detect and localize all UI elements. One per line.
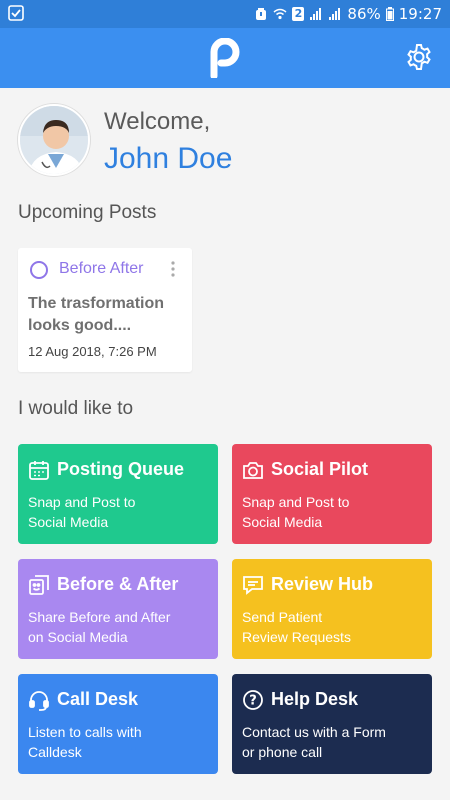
tile-title: Review Hub [271,574,374,594]
calendar-icon [28,459,50,481]
call-desk-tile[interactable]: Call Desk Listen to calls with Calldesk [18,674,218,774]
tile-description: Snap and Post to Social Media [28,494,136,530]
user-name: John Doe [104,142,233,175]
tile-title: Social Pilot [271,459,369,479]
tile-description: Listen to calls with Calldesk [28,724,142,760]
welcome-label: Welcome, [104,108,211,135]
tile-description: Share Before and After on Social Media [28,609,171,645]
post-date: 12 Aug 2018, 7:26 PM [28,344,157,359]
tile-title: Before & After [57,574,179,594]
signal-icon-2 [328,7,342,21]
posting-queue-tile[interactable]: Posting Queue Snap and Post to Social Med… [18,444,218,544]
wifi-icon [273,7,287,21]
clock: 19:27 [398,5,442,23]
tile-description: Contact us with a Form or phone call [242,724,386,760]
alarm-icon [254,7,268,21]
battery-percent: 86% [347,5,381,23]
post-title: Before After [59,260,144,277]
headset-icon [28,689,50,711]
before-after-tile[interactable]: Before & After Share Before and After on … [18,559,218,659]
sim-badge: 2 [292,7,305,21]
post-select-radio[interactable] [30,261,48,279]
tile-title: Call Desk [57,689,139,709]
tile-description: Snap and Post to Social Media [242,494,350,530]
camera-icon [242,459,264,481]
gear-icon[interactable] [404,42,434,72]
welcome-section: Welcome, John Doe [18,104,438,184]
p-logo-icon[interactable] [208,37,242,80]
tile-title: Help Desk [271,689,359,709]
actions-title: I would like to [18,398,134,419]
battery-icon [385,7,394,21]
more-options-icon[interactable] [170,260,176,278]
check-square-icon [8,5,24,21]
help-icon: ? [242,689,264,711]
upcoming-posts-title: Upcoming Posts [18,202,157,223]
avatar[interactable] [18,104,90,176]
tile-title: Posting Queue [57,459,185,479]
photos-icon [28,574,50,596]
post-text: The trasformation looks good.... [28,295,165,334]
review-hub-tile[interactable]: Review Hub Send Patient Review Requests [232,559,432,659]
upcoming-post-card[interactable]: Before After The trasformation looks goo… [18,248,192,372]
signal-icon [309,7,323,21]
svg-text:?: ? [249,694,257,709]
chat-icon [242,574,264,596]
help-desk-tile[interactable]: ? Help Desk Contact us with a Form or pho… [232,674,432,774]
status-bar: 2 86% 19:27 [0,0,450,28]
app-bar [0,28,450,88]
social-pilot-tile[interactable]: Social Pilot Snap and Post to Social Medi… [232,444,432,544]
tile-description: Send Patient Review Requests [242,609,351,645]
